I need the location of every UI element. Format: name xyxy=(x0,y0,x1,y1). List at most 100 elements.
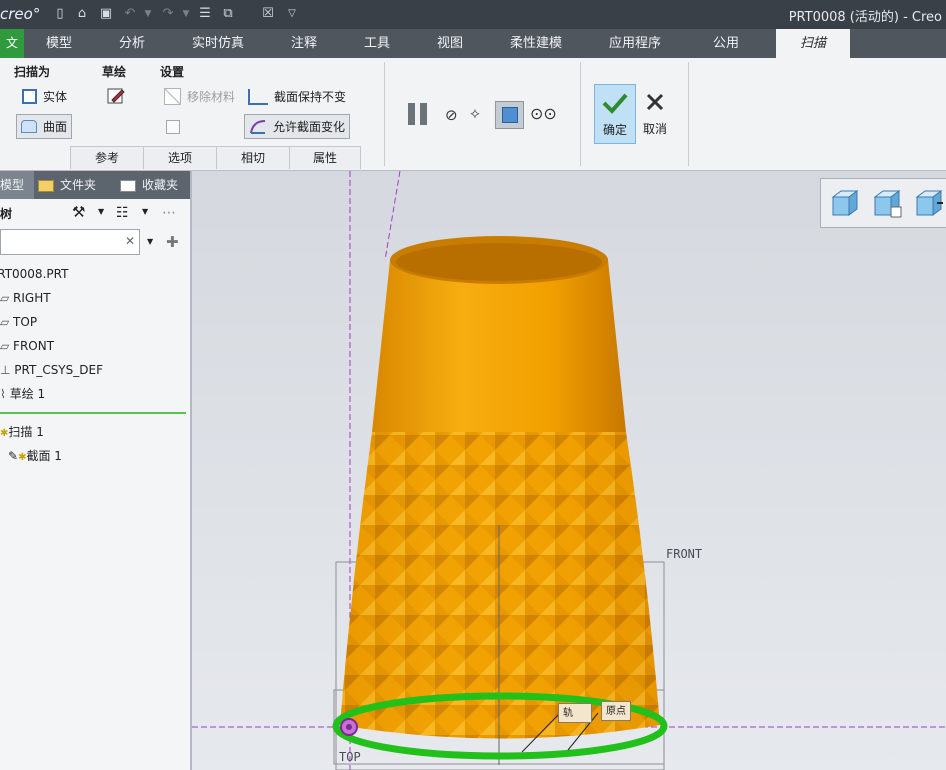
saved-orientations-button[interactable] xyxy=(871,187,903,219)
model-tree-panel: 模型树 文件夹浏览器 收藏夹 模型树 ⚒ ▼ ☷ ▼ ⋯ ✕ ▼ ✚ PRT00… xyxy=(0,171,192,770)
save-icon[interactable]: ▣ xyxy=(98,6,114,22)
top-plane-label: TOP xyxy=(339,750,361,764)
graphics-viewport[interactable]: FRONT TOP 轨 原点 xyxy=(192,171,946,770)
clear-search-icon[interactable]: ✕ xyxy=(125,234,135,248)
remove-material-icon xyxy=(164,88,181,105)
thicken-icon xyxy=(166,120,180,134)
new-file-icon[interactable]: ▯ xyxy=(52,6,68,22)
tree-item-sweep[interactable]: ✱扫描 1 xyxy=(0,422,44,442)
subtab-options[interactable]: 选项 xyxy=(143,146,217,169)
window-title: PRT0008 (活动的) - Creo xyxy=(788,10,942,25)
tab-view[interactable]: 视图 xyxy=(428,29,472,58)
pause-icon[interactable] xyxy=(406,103,430,125)
cube-list-icon xyxy=(873,190,902,218)
cancel-button[interactable]: 取消 xyxy=(638,84,672,142)
tab-annotate[interactable]: 注释 xyxy=(280,29,328,58)
ribbon-subtabs: 参考 选项 相切 属性 xyxy=(70,146,361,169)
tab-model-tree[interactable]: 模型树 xyxy=(0,171,34,220)
windows-icon[interactable]: ⧉ xyxy=(220,6,236,22)
tree-item-front[interactable]: ▱ FRONT xyxy=(0,336,54,356)
show-menu-icon[interactable]: ☷ xyxy=(116,205,129,221)
favorites-label: 收藏夹 xyxy=(142,178,179,192)
origin-point-dot xyxy=(346,724,352,730)
tab-tools[interactable]: 工具 xyxy=(354,29,400,58)
subtab-tangency[interactable]: 相切 xyxy=(216,146,290,169)
csys-icon: ⊥ xyxy=(0,363,15,377)
show-dropdown-icon[interactable]: ▼ xyxy=(142,207,148,216)
tree-item-sketch-label: 草绘 1 xyxy=(9,387,46,401)
previous-orientation-button[interactable] xyxy=(913,187,945,219)
solid-button[interactable]: 实体 xyxy=(22,88,67,105)
search-dropdown-icon[interactable]: ▼ xyxy=(147,237,153,246)
tree-item-csys[interactable]: ⊥ PRT_CSYS_DEF xyxy=(0,360,103,380)
remove-material-button[interactable]: 移除材料 xyxy=(164,88,235,105)
trajectory-tag-label: 轨 xyxy=(563,708,573,719)
file-menu-button[interactable]: 文 xyxy=(0,29,24,58)
close-window-icon[interactable]: ☒ xyxy=(260,6,276,22)
undo-icon[interactable]: ↶ xyxy=(122,6,138,22)
preview-geometry-button[interactable] xyxy=(495,101,524,129)
tree-item-sketch[interactable]: ⌇ 草绘 1 xyxy=(0,384,45,404)
no-preview-icon[interactable]: ⊘ xyxy=(445,106,458,124)
ok-button[interactable]: 确定 xyxy=(594,84,636,144)
tree-item-top[interactable]: ▱ TOP xyxy=(0,312,37,332)
tab-applications[interactable]: 应用程序 xyxy=(600,29,670,58)
datum-plane-icon: ▱ xyxy=(0,339,14,353)
variable-section-label: 允许截面变化 xyxy=(273,120,346,134)
front-plane-label: FRONT xyxy=(666,547,703,561)
tab-model[interactable]: 模型 xyxy=(36,29,82,58)
thicken-checkbox[interactable] xyxy=(166,120,180,134)
tab-favorites[interactable]: 收藏夹 xyxy=(120,171,190,199)
undo-dropdown-icon[interactable]: ▼ xyxy=(140,6,156,22)
constant-section-button[interactable]: 截面保持不变 xyxy=(248,88,346,105)
tree-search-input[interactable]: ✕ xyxy=(0,229,140,255)
tree-item-section-label: 截面 1 xyxy=(26,449,62,463)
datum-plane-icon: ▱ xyxy=(0,315,14,329)
tree-item-right[interactable]: ▱ RIGHT xyxy=(0,288,51,308)
surface-icon xyxy=(21,120,37,133)
filter-icon[interactable]: ⋯ xyxy=(162,205,176,221)
tree-item-part[interactable]: PRT0008.PRT xyxy=(0,264,68,284)
tab-utilities[interactable]: 公用 xyxy=(702,29,750,58)
model-canvas xyxy=(192,171,946,770)
tree-settings-dropdown-icon[interactable]: ▼ xyxy=(98,207,104,216)
subtab-references[interactable]: 参考 xyxy=(70,146,144,169)
tab-sweep[interactable]: 扫描 xyxy=(776,29,850,58)
tab-flexible-modeling[interactable]: 柔性建模 xyxy=(502,29,570,58)
view-orientation-toolbar xyxy=(820,178,946,228)
subtab-properties[interactable]: 属性 xyxy=(289,146,361,169)
add-item-icon[interactable]: ✚ xyxy=(166,233,179,251)
regenerate-icon[interactable]: ☰ xyxy=(197,6,213,22)
trajectory-tag[interactable]: 轨 xyxy=(558,703,592,723)
cup-upper-body xyxy=(372,260,626,432)
standard-orientation-button[interactable] xyxy=(829,187,861,219)
ribbon-tab-bar: 文 模型 分析 实时仿真 注释 工具 视图 柔性建模 应用程序 公用 扫描 xyxy=(0,29,946,58)
cup-opening xyxy=(396,243,602,281)
creo-logo: creo° xyxy=(0,5,41,23)
preview-geometry-icon xyxy=(502,107,518,123)
surface-label: 曲面 xyxy=(43,120,68,134)
sketch-button[interactable] xyxy=(106,86,126,106)
redo-icon[interactable]: ↷ xyxy=(160,6,176,22)
tree-item-section[interactable]: ✎✱截面 1 xyxy=(8,446,62,466)
tree-item-front-label: FRONT xyxy=(13,339,55,353)
ribbon-separator-2 xyxy=(580,62,581,166)
variable-section-icon xyxy=(250,119,266,134)
solid-label: 实体 xyxy=(43,90,68,104)
open-file-icon[interactable]: ⌂ xyxy=(74,6,90,22)
tab-live-simulation[interactable]: 实时仿真 xyxy=(182,29,254,58)
redo-dropdown-icon[interactable]: ▼ xyxy=(178,6,194,22)
verify-mode-icon[interactable]: ⟡ xyxy=(470,104,480,122)
tab-folder-browser[interactable]: 文件夹浏览器 xyxy=(38,171,102,199)
origin-tag[interactable]: 原点 xyxy=(601,701,631,721)
variable-section-button[interactable]: 允许截面变化 xyxy=(244,114,351,139)
tree-item-part-label: PRT0008.PRT xyxy=(0,267,69,281)
tree-settings-icon[interactable]: ⚒ xyxy=(72,203,85,221)
tab-analysis[interactable]: 分析 xyxy=(110,29,154,58)
surface-button[interactable]: 曲面 xyxy=(16,114,73,139)
customize-toolbar-icon[interactable]: ▽ xyxy=(284,6,300,22)
constant-section-label: 截面保持不变 xyxy=(274,90,347,104)
sketch-feature-icon: ⌇ xyxy=(0,387,10,401)
folder-icon xyxy=(38,179,54,192)
glasses-icon[interactable]: ⊙⊙ xyxy=(530,104,557,123)
